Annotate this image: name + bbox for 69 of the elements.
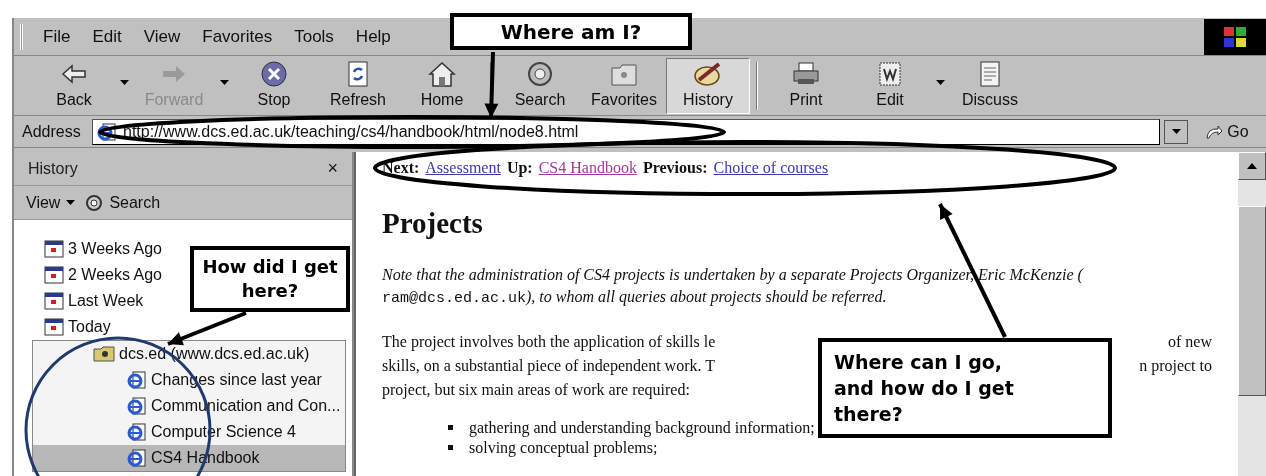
page-heading: Projects	[382, 206, 484, 241]
bullet-icon	[448, 445, 453, 450]
web-page-icon	[127, 371, 147, 389]
menu-item[interactable]: File	[43, 23, 71, 50]
arrow	[484, 51, 499, 119]
callout-box: How did I get here?	[190, 246, 350, 312]
web-page-icon	[97, 122, 117, 141]
history-item[interactable]: Last Week	[14, 288, 148, 314]
scroll-up-button[interactable]	[1238, 152, 1266, 180]
nav-label: Previous:	[642, 158, 708, 178]
stop-icon	[259, 59, 289, 88]
toolbar-button[interactable]: Discuss	[948, 57, 1032, 114]
up-arrow-icon	[1247, 163, 1257, 169]
nav-link[interactable]: Choice of courses	[713, 156, 829, 180]
scroll-thumb[interactable]	[1238, 206, 1266, 396]
web-page-icon	[127, 397, 147, 415]
pane-title: History	[28, 158, 78, 179]
toolbar-button[interactable]: Stop	[232, 57, 316, 114]
calendar-icon	[44, 240, 64, 258]
paragraph-text: The project involves both the application of skills le	[382, 331, 716, 353]
toolbar-button[interactable]: Edit	[848, 57, 932, 114]
nav-label: Next:	[382, 158, 420, 178]
toolbar-button[interactable]: Search	[498, 57, 582, 114]
caret-icon	[66, 200, 76, 205]
history-item[interactable]: 2 Weeks Ago	[14, 262, 166, 288]
menu-item[interactable]: Tools	[294, 23, 334, 50]
list-item-text: gathering and understanding background information;	[469, 417, 815, 438]
web-page-icon	[127, 449, 147, 467]
paragraph-text: n project to	[1139, 355, 1212, 377]
calendar-icon	[44, 292, 64, 310]
paragraph-text: project, but six main areas of work are required:	[382, 379, 690, 401]
globe-search-icon	[525, 59, 555, 88]
view-menu-button[interactable]: View	[26, 190, 76, 215]
toolbar-button[interactable]: Home	[400, 57, 484, 114]
search-button[interactable]: Search	[83, 190, 161, 215]
caret-icon	[1171, 129, 1181, 134]
callout-box: Where am I?	[450, 13, 692, 50]
history-item[interactable]: dcs.ed (www.dcs.ed.ac.uk)	[33, 341, 345, 367]
close-button[interactable]: ×	[327, 155, 338, 182]
menu-item[interactable]: Help	[355, 23, 391, 50]
go-button[interactable]: Go	[1192, 118, 1262, 145]
nav-label: Up:	[506, 158, 533, 179]
toolbar-button[interactable]: Refresh	[316, 57, 400, 114]
windows-flag-icon	[1222, 24, 1248, 49]
calendar-icon	[44, 318, 64, 336]
note-paragraph: Note that the administration of CS4 projects is undertaken by a separate Projects Organizer, Eric McKenzie ( ram@dcs.ed.ac.uk), to whom all queries about projects should be referred.	[382, 264, 1085, 309]
calendar-icon	[44, 266, 64, 284]
paragraph-text: skills, on a substantial piece of independent work. T	[382, 355, 715, 377]
home-icon	[427, 59, 457, 88]
callout-box: Where can I go, and how do I get there?	[818, 338, 1112, 438]
paragraph-text: of new	[1168, 331, 1212, 352]
web-page-icon	[127, 423, 147, 441]
menu-item[interactable]: Edit	[92, 23, 122, 50]
curved-arrow-icon	[1205, 123, 1224, 140]
menu-item[interactable]: Favorites	[202, 23, 273, 50]
list-item-text: solving conceptual problems;	[469, 437, 658, 458]
folder-icon	[93, 345, 115, 363]
toolbar-button[interactable]: Print	[764, 57, 848, 114]
bullet-icon	[448, 425, 453, 430]
toolbar-button[interactable]: History	[666, 57, 750, 114]
nav-link[interactable]: Assessment	[425, 156, 501, 180]
history-item[interactable]: 3 Weeks Ago	[14, 236, 166, 262]
address-label: Address	[22, 121, 82, 142]
menu-item[interactable]: View	[143, 23, 181, 50]
toolbar-button[interactable]: Favorites	[582, 57, 666, 114]
toolbar-button[interactable]: Back	[32, 57, 116, 114]
history-item[interactable]: Today	[14, 314, 115, 340]
nav-link[interactable]: CS4 Handbook	[538, 156, 637, 180]
dropdown-button[interactable]	[1164, 119, 1188, 144]
